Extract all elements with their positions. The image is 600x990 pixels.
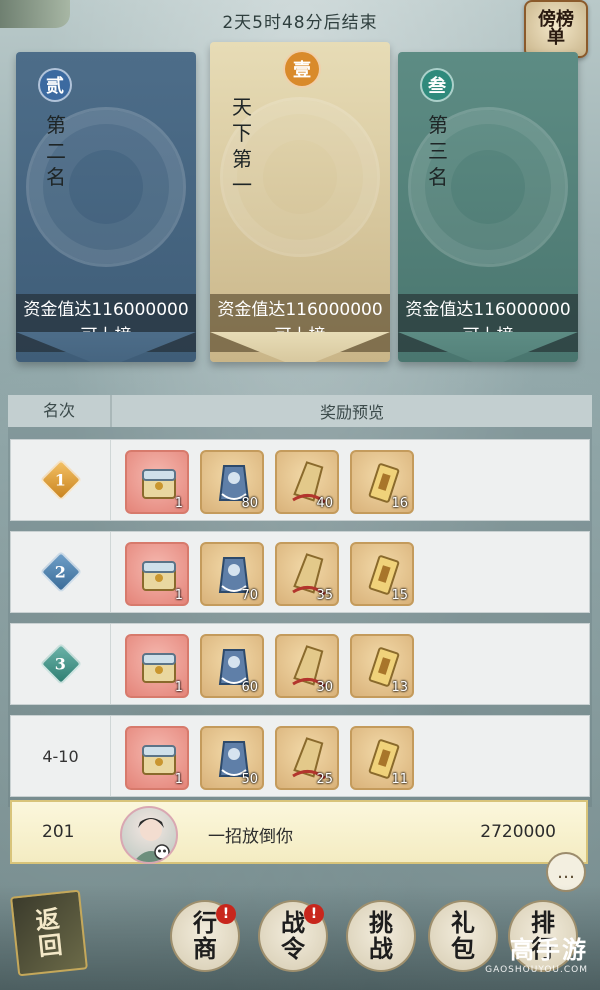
reward-items: 1 50 25 11 — [125, 726, 425, 790]
nav-label: 行商 — [193, 908, 217, 963]
avatar[interactable] — [120, 806, 178, 864]
podium-third[interactable]: 叁 第三名 资金值达116000000 可上榜 — [398, 52, 578, 362]
watermark-title: 高手游 — [510, 936, 588, 964]
my-rank-row: 201 一招放倒你 2720000 — [10, 800, 588, 864]
table-row: 2 1 70 35 15 — [10, 531, 590, 613]
requirement-line: 资金值达116000000 — [23, 300, 189, 320]
table-header: 名次 奖励预览 — [8, 395, 592, 427]
event-countdown: 2天5时48分后结束 — [222, 13, 378, 33]
podium-title: 第三名 — [428, 113, 448, 189]
reward-plaque-item[interactable]: 30 — [275, 634, 339, 698]
alert-badge-icon: ! — [304, 904, 324, 924]
podium-requirement: 资金值达116000000 可上榜 — [16, 294, 196, 352]
watermark-url: GAOSHOUYOU.COM — [485, 965, 588, 975]
podium-title: 天下第一 — [232, 95, 252, 197]
podium-requirement: 资金值达116000000 可上榜 — [210, 294, 390, 352]
requirement-line-2: 可上榜 — [462, 326, 514, 346]
rank-list-label: 傍榜单 — [538, 9, 574, 48]
reward-scroll-item[interactable]: 11 — [350, 726, 414, 790]
requirement-line-2: 可上榜 — [274, 326, 326, 346]
rank-gem-icon: 1 — [39, 458, 82, 502]
reward-chest-item[interactable]: 1 — [125, 450, 189, 514]
reward-token-item[interactable]: 50 — [200, 726, 264, 790]
item-quantity: 13 — [391, 680, 408, 695]
chest-icon — [142, 745, 176, 775]
nav-merchant-button[interactable]: 行商 ! — [170, 900, 240, 972]
nav-challenge-button[interactable]: 挑战 — [346, 900, 416, 972]
chest-icon — [142, 561, 176, 591]
alert-badge-icon: ! — [216, 904, 236, 924]
reward-token-item[interactable]: 70 — [200, 542, 264, 606]
reward-plaque-item[interactable]: 25 — [275, 726, 339, 790]
reward-scroll-item[interactable]: 13 — [350, 634, 414, 698]
table-row: 1 1 80 40 16 — [10, 439, 590, 521]
requirement-line: 资金值达116000000 — [217, 300, 383, 320]
item-quantity: 50 — [241, 772, 258, 787]
table-row: 4-10 1 50 25 11 — [10, 715, 590, 797]
item-quantity: 1 — [174, 496, 183, 511]
nav-battle-pass-button[interactable]: 战令 ! — [258, 900, 328, 972]
reward-scroll-item[interactable]: 16 — [350, 450, 414, 514]
row-rank: 4-10 — [11, 716, 111, 796]
item-quantity: 60 — [241, 680, 258, 695]
chat-bubble-icon: … — [557, 861, 575, 883]
back-label: 返回 — [34, 903, 64, 962]
site-watermark: 高手游 GAOSHOUYOU.COM — [468, 930, 588, 984]
table-row: 3 1 60 30 13 — [10, 623, 590, 705]
rank-gem-icon: 3 — [39, 642, 82, 686]
col-rank-header: 名次 — [8, 395, 112, 427]
my-player-name: 一招放倒你 — [208, 827, 293, 847]
reward-chest-item[interactable]: 1 — [125, 542, 189, 606]
item-quantity: 70 — [241, 588, 258, 603]
nav-label: 挑战 — [369, 908, 393, 963]
reward-table: 名次 奖励预览 1 1 80 40 16 2 1 70 35 15 3 1 60… — [8, 395, 592, 807]
item-quantity: 30 — [316, 680, 333, 695]
rank-gem-icon: 2 — [39, 550, 82, 594]
reward-token-item[interactable]: 80 — [200, 450, 264, 514]
item-quantity: 11 — [391, 772, 408, 787]
podium-first[interactable]: 壹 天下第一 资金值达116000000 可上榜 — [210, 42, 390, 362]
item-quantity: 16 — [391, 496, 408, 511]
reward-items: 1 60 30 13 — [125, 634, 425, 698]
chest-icon — [142, 653, 176, 683]
avatar-portrait-icon — [133, 818, 170, 862]
requirement-line: 资金值达116000000 — [405, 300, 571, 320]
reward-scroll-item[interactable]: 15 — [350, 542, 414, 606]
item-quantity: 15 — [391, 588, 408, 603]
rank-number: 2 — [54, 562, 67, 582]
rank-number: 1 — [54, 470, 67, 490]
podium-requirement: 资金值达116000000 可上榜 — [398, 294, 578, 352]
requirement-line-2: 可上榜 — [80, 326, 132, 346]
podium-second[interactable]: 贰 第二名 资金值达116000000 可上榜 — [16, 52, 196, 362]
reward-chest-item[interactable]: 1 — [125, 726, 189, 790]
reward-items: 1 80 40 16 — [125, 450, 425, 514]
item-quantity: 25 — [316, 772, 333, 787]
reward-token-item[interactable]: 60 — [200, 634, 264, 698]
item-quantity: 35 — [316, 588, 333, 603]
row-rank: 1 — [11, 440, 111, 520]
rank-badge: 贰 — [38, 68, 72, 102]
item-quantity: 1 — [174, 588, 183, 603]
reward-chest-item[interactable]: 1 — [125, 634, 189, 698]
reward-plaque-item[interactable]: 40 — [275, 450, 339, 514]
reward-items: 1 70 35 15 — [125, 542, 425, 606]
row-rank: 2 — [11, 532, 111, 612]
podium-title: 第二名 — [46, 113, 66, 189]
item-quantity: 40 — [316, 496, 333, 511]
rank-number: 3 — [54, 654, 67, 674]
reward-plaque-item[interactable]: 35 — [275, 542, 339, 606]
nav-label: 战令 — [281, 908, 305, 963]
item-quantity: 1 — [174, 772, 183, 787]
rank-list-button[interactable]: 傍榜单 — [524, 0, 588, 58]
my-rank: 201 — [42, 822, 75, 842]
chest-icon — [142, 469, 176, 499]
row-rank: 3 — [11, 624, 111, 704]
back-button[interactable]: 返回 — [10, 889, 88, 977]
col-reward-header: 奖励预览 — [319, 403, 384, 422]
rank-badge: 壹 — [283, 50, 321, 88]
item-quantity: 80 — [241, 496, 258, 511]
my-value: 2720000 — [480, 822, 556, 842]
rank-badge: 叁 — [420, 68, 454, 102]
item-quantity: 1 — [174, 680, 183, 695]
